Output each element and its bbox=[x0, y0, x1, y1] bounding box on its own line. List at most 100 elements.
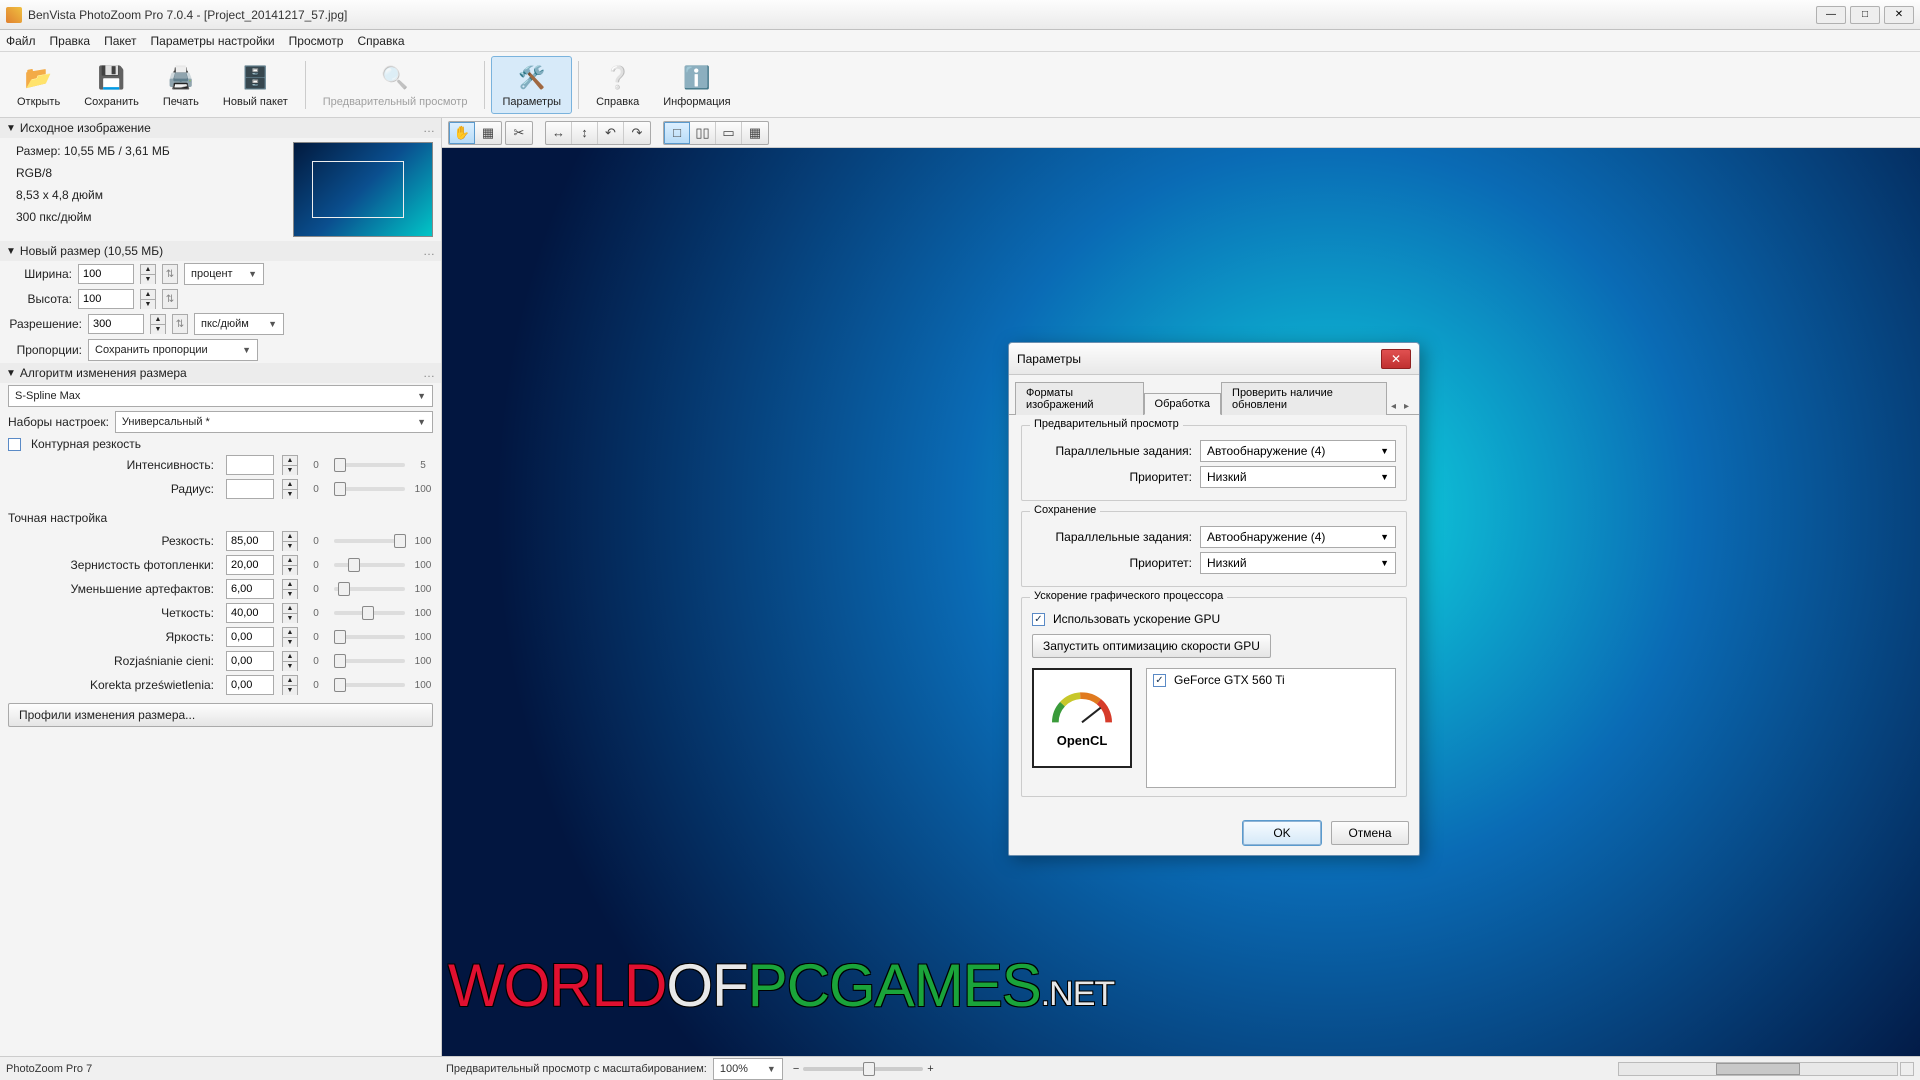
resolution-unit-select[interactable]: пкс/дюйм▼ bbox=[194, 313, 284, 335]
highlight-slider[interactable] bbox=[334, 683, 405, 687]
zoom-select[interactable]: 100%▼ bbox=[713, 1058, 783, 1080]
shadow-input[interactable] bbox=[226, 651, 274, 671]
brightness-spinner[interactable]: ▲▼ bbox=[282, 627, 298, 647]
gpu-optimize-button[interactable]: Запустить оптимизацию скорости GPU bbox=[1032, 634, 1271, 658]
menu-settings[interactable]: Параметры настройки bbox=[151, 34, 275, 48]
minimize-button[interactable]: — bbox=[1816, 6, 1846, 24]
preview-parallel-select[interactable]: Автообнаружение (4)▼ bbox=[1200, 440, 1396, 462]
print-icon: 🖨️ bbox=[165, 62, 197, 94]
preview-button[interactable]: 🔍 Предварительный просмотр bbox=[312, 56, 479, 114]
view-split-h-icon[interactable]: ▯▯ bbox=[690, 122, 716, 144]
help-label: Справка bbox=[596, 96, 639, 108]
menu-batch[interactable]: Пакет bbox=[104, 34, 136, 48]
more-icon[interactable]: … bbox=[423, 121, 435, 135]
tab-nav-left[interactable]: ◂ bbox=[1387, 399, 1400, 414]
window-title: BenVista PhotoZoom Pro 7.0.4 - [Project_… bbox=[28, 8, 1816, 22]
flip-h-icon[interactable]: ↔ bbox=[546, 122, 572, 144]
tab-processing[interactable]: Обработка bbox=[1144, 393, 1221, 415]
resize-profiles-button[interactable]: Профили изменения размера... bbox=[8, 703, 433, 727]
help-button[interactable]: ❔ Справка bbox=[585, 56, 650, 114]
gpu-device-checkbox[interactable]: ✓ bbox=[1153, 674, 1166, 687]
artifact-slider[interactable] bbox=[334, 587, 405, 591]
highlight-input[interactable] bbox=[226, 675, 274, 695]
menu-view[interactable]: Просмотр bbox=[289, 34, 344, 48]
rotate-cw-icon[interactable]: ↷ bbox=[624, 122, 650, 144]
rotate-ccw-icon[interactable]: ↶ bbox=[598, 122, 624, 144]
open-button[interactable]: 📂 Открыть bbox=[6, 56, 71, 114]
sharpness-slider[interactable] bbox=[334, 539, 405, 543]
dialog-close-button[interactable]: ✕ bbox=[1381, 349, 1411, 369]
flip-v-icon[interactable]: ↕ bbox=[572, 122, 598, 144]
image-canvas[interactable]: Параметры ✕ Форматы изображений Обработк… bbox=[442, 148, 1920, 1056]
shadow-spinner[interactable]: ▲▼ bbox=[282, 651, 298, 671]
algorithm-header[interactable]: ▼ Алгоритм изменения размера … bbox=[0, 363, 441, 383]
artifact-input[interactable] bbox=[226, 579, 274, 599]
height-spinner[interactable]: ▲▼ bbox=[140, 289, 156, 309]
more-icon[interactable]: … bbox=[423, 366, 435, 380]
horizontal-scrollbar[interactable] bbox=[1618, 1062, 1898, 1076]
zoom-out-icon[interactable]: − bbox=[789, 1063, 803, 1075]
preview-priority-select[interactable]: Низкий▼ bbox=[1200, 466, 1396, 488]
gpu-checkbox[interactable]: ✓ bbox=[1032, 613, 1045, 626]
zoom-slider[interactable] bbox=[803, 1067, 923, 1071]
clarity-slider[interactable] bbox=[334, 611, 405, 615]
sharpness-input[interactable] bbox=[226, 531, 274, 551]
grain-spinner[interactable]: ▲▼ bbox=[282, 555, 298, 575]
view-single-icon[interactable]: □ bbox=[664, 122, 690, 144]
artifact-spinner[interactable]: ▲▼ bbox=[282, 579, 298, 599]
save-parallel-select[interactable]: Автообнаружение (4)▼ bbox=[1200, 526, 1396, 548]
info-button[interactable]: ℹ️ Информация bbox=[652, 56, 741, 114]
thumbnail-preview[interactable] bbox=[293, 142, 433, 237]
menu-help[interactable]: Справка bbox=[357, 34, 404, 48]
clarity-input[interactable] bbox=[226, 603, 274, 623]
cancel-button[interactable]: Отмена bbox=[1331, 821, 1409, 845]
dialog-titlebar[interactable]: Параметры ✕ bbox=[1009, 343, 1419, 375]
brightness-input[interactable] bbox=[226, 627, 274, 647]
zoom-in-icon[interactable]: + bbox=[923, 1063, 937, 1075]
params-button[interactable]: 🛠️ Параметры bbox=[491, 56, 572, 114]
more-icon[interactable]: … bbox=[423, 244, 435, 258]
view-grid-icon[interactable]: ▦ bbox=[742, 122, 768, 144]
sharpness-spinner[interactable]: ▲▼ bbox=[282, 531, 298, 551]
source-image-header[interactable]: ▼ Исходное изображение … bbox=[0, 118, 441, 138]
ok-button[interactable]: OK bbox=[1243, 821, 1321, 845]
tab-nav-right[interactable]: ▸ bbox=[1400, 399, 1413, 414]
link-resolution-icon[interactable]: ⇅ bbox=[172, 314, 188, 334]
clarity-spinner[interactable]: ▲▼ bbox=[282, 603, 298, 623]
width-spinner[interactable]: ▲▼ bbox=[140, 264, 156, 284]
tab-image-formats[interactable]: Форматы изображений bbox=[1015, 382, 1144, 415]
save-button[interactable]: 💾 Сохранить bbox=[73, 56, 150, 114]
grain-input[interactable] bbox=[226, 555, 274, 575]
new-batch-button[interactable]: 🗄️ Новый пакет bbox=[212, 56, 299, 114]
pan-tool[interactable]: ✋ bbox=[449, 122, 475, 144]
view-split-v-icon[interactable]: ▭ bbox=[716, 122, 742, 144]
contour-checkbox[interactable] bbox=[8, 438, 21, 451]
maximize-button[interactable]: □ bbox=[1850, 6, 1880, 24]
gpu-list[interactable]: ✓ GeForce GTX 560 Ti bbox=[1146, 668, 1396, 788]
close-button[interactable]: ✕ bbox=[1884, 6, 1914, 24]
grain-slider[interactable] bbox=[334, 563, 405, 567]
marquee-tool[interactable]: ▦ bbox=[475, 122, 501, 144]
scroll-corner bbox=[1900, 1062, 1914, 1076]
proportions-select[interactable]: Сохранить пропорции▼ bbox=[88, 339, 258, 361]
menu-file[interactable]: Файл bbox=[6, 34, 36, 48]
new-size-header[interactable]: ▼ Новый размер (10,55 МБ) … bbox=[0, 241, 441, 261]
brightness-slider[interactable] bbox=[334, 635, 405, 639]
shadow-slider[interactable] bbox=[334, 659, 405, 663]
highlight-spinner[interactable]: ▲▼ bbox=[282, 675, 298, 695]
width-input[interactable] bbox=[78, 264, 134, 284]
menu-edit[interactable]: Правка bbox=[50, 34, 91, 48]
print-button[interactable]: 🖨️ Печать bbox=[152, 56, 210, 114]
algorithm-select[interactable]: S-Spline Max▼ bbox=[8, 385, 433, 407]
unit-select[interactable]: процент▼ bbox=[184, 263, 264, 285]
resolution-input[interactable] bbox=[88, 314, 144, 334]
crop-tool[interactable]: ✂ bbox=[506, 122, 532, 144]
tab-updates[interactable]: Проверить наличие обновлени bbox=[1221, 382, 1387, 415]
save-priority-select[interactable]: Низкий▼ bbox=[1200, 552, 1396, 574]
height-input[interactable] bbox=[78, 289, 134, 309]
link-dimensions-icon[interactable]: ⇅ bbox=[162, 289, 178, 309]
slider-min: 0 bbox=[306, 608, 326, 619]
link-dimensions-icon[interactable]: ⇅ bbox=[162, 264, 178, 284]
resolution-spinner[interactable]: ▲▼ bbox=[150, 314, 166, 334]
presets-select[interactable]: Универсальный *▼ bbox=[115, 411, 433, 433]
